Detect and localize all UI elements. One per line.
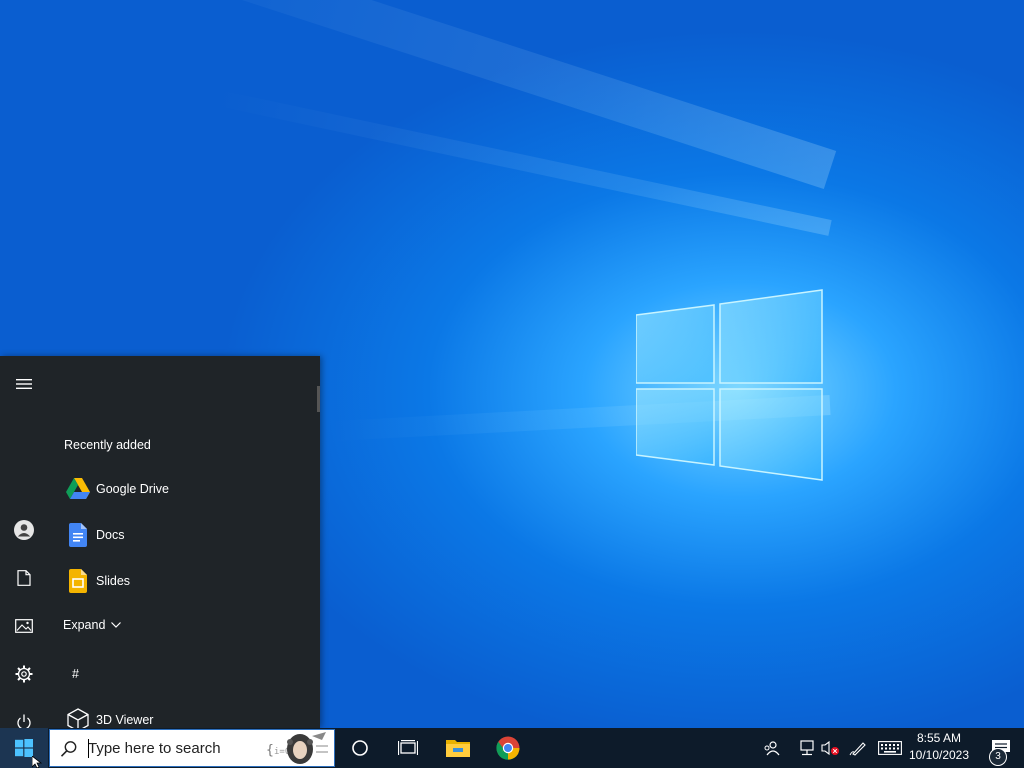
- file-explorer-button[interactable]: [434, 728, 482, 768]
- app-item-docs[interactable]: Docs: [48, 514, 320, 556]
- app-label: 3D Viewer: [96, 713, 154, 727]
- people-icon: [764, 741, 780, 756]
- google-drive-icon: [62, 473, 94, 505]
- documents-button[interactable]: [0, 555, 48, 601]
- clock[interactable]: 8:55 AM 10/10/2023: [904, 730, 974, 766]
- app-item-slides[interactable]: Slides: [48, 560, 320, 602]
- notification-count-badge: 3: [989, 748, 1007, 766]
- settings-button[interactable]: [0, 651, 48, 697]
- network-icon: [800, 740, 814, 756]
- text-caret: [88, 739, 89, 758]
- clock-date: 10/10/2023: [908, 748, 970, 762]
- start-menu: Recently added Google Drive Docs Slides …: [0, 356, 320, 732]
- app-list: Recently added Google Drive Docs Slides …: [48, 356, 320, 732]
- hamburger-menu-icon: [16, 379, 32, 389]
- start-rail: [0, 356, 48, 730]
- search-highlight-image[interactable]: { i=0: [256, 730, 332, 766]
- app-label: Slides: [96, 574, 131, 588]
- windows-logo-wallpaper: [636, 289, 823, 481]
- file-explorer-icon: [446, 740, 470, 757]
- app-label: Google Drive: [96, 482, 169, 496]
- keyboard-icon: [878, 741, 902, 755]
- chrome-icon: [496, 736, 520, 760]
- pictures-button[interactable]: [0, 603, 48, 649]
- volume-button[interactable]: [818, 728, 842, 768]
- search-icon: [60, 741, 77, 757]
- cortana-button[interactable]: [336, 728, 384, 768]
- pen-ink-icon: [849, 742, 866, 756]
- app-item-google-drive[interactable]: Google Drive: [48, 468, 320, 510]
- light-beam: [212, 89, 832, 236]
- task-view-icon: [398, 740, 418, 755]
- expand-button[interactable]: Expand: [63, 618, 122, 632]
- user-account-button[interactable]: [0, 507, 48, 553]
- chrome-button[interactable]: [484, 728, 532, 768]
- people-button[interactable]: [758, 728, 784, 768]
- clock-time: 8:55 AM: [916, 731, 962, 745]
- letter-header-hash[interactable]: #: [72, 667, 79, 681]
- user-account-icon: [14, 520, 34, 540]
- search-box[interactable]: { i=0: [49, 729, 335, 767]
- documents-icon: [17, 570, 31, 586]
- light-beam: [72, 0, 837, 190]
- google-slides-icon: [62, 565, 94, 597]
- section-title: Recently added: [64, 438, 151, 452]
- network-button[interactable]: [796, 728, 818, 768]
- cortana-icon: [352, 740, 368, 756]
- app-label: Docs: [96, 528, 125, 542]
- volume-muted-icon: [821, 740, 839, 756]
- pen-button[interactable]: [846, 728, 870, 768]
- chevron-down-icon: [111, 622, 122, 628]
- taskbar: { i=0: [0, 728, 1024, 768]
- hamburger-button[interactable]: [0, 361, 48, 407]
- windows-start-icon: [15, 739, 33, 757]
- expand-label: Expand: [63, 618, 106, 632]
- settings-gear-icon: [15, 665, 33, 683]
- mouse-pointer-icon: [32, 756, 43, 768]
- svg-text:{: {: [266, 743, 274, 758]
- touch-keyboard-button[interactable]: [876, 728, 904, 768]
- pictures-icon: [15, 619, 33, 633]
- search-input[interactable]: [88, 730, 248, 766]
- google-docs-icon: [62, 519, 94, 551]
- task-view-button[interactable]: [384, 728, 432, 768]
